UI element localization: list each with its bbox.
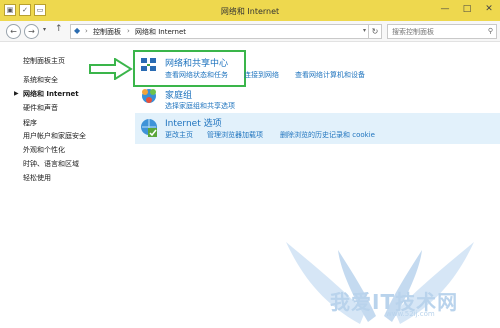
refresh-button[interactable]: ↻ [368, 24, 382, 39]
back-button[interactable]: ← [6, 24, 21, 39]
annotation-arrow-icon [89, 58, 133, 80]
recent-locations-icon[interactable]: ▾ [43, 26, 46, 33]
network-center-icon[interactable] [140, 56, 158, 74]
internet-options-title[interactable]: Internet 选项 [165, 116, 222, 129]
breadcrumb-current[interactable]: 网络和 Internet [135, 27, 186, 37]
breadcrumb-separator-icon: › [127, 27, 130, 35]
network-center-title[interactable]: 网络和共享中心 [165, 56, 228, 69]
sidebar-item-system-security[interactable]: 系统和安全 [23, 75, 58, 85]
watermark-wings-icon [286, 242, 474, 324]
homegroup-icon[interactable] [140, 87, 158, 105]
sidebar-item-user-accounts[interactable]: 用户帐户和家庭安全 [23, 131, 86, 141]
sidebar-item-hardware-sound[interactable]: 硬件和声音 [23, 103, 58, 113]
change-homepage-link[interactable]: 更改主页 [165, 130, 193, 140]
view-network-computers-link[interactable]: 查看网络计算机和设备 [295, 70, 365, 80]
internet-options-icon[interactable] [140, 118, 158, 138]
view-network-status-link[interactable]: 查看网络状态和任务 [165, 70, 228, 80]
delete-history-link[interactable]: 删除浏览的历史记录和 cookie [280, 130, 375, 140]
forward-button[interactable]: → [24, 24, 39, 39]
up-arrow-icon[interactable]: ↑ [55, 24, 63, 34]
breadcrumb-separator-icon: › [85, 27, 88, 35]
window-controls: — □ ✕ [438, 4, 496, 15]
title-bar: ▣ ✓ ▭ 网络和 Internet — □ ✕ [0, 0, 500, 22]
control-panel-icon: ◆ [74, 26, 81, 35]
homegroup-sharing-options-link[interactable]: 选择家庭组和共享选项 [165, 101, 235, 111]
watermark-text: 我爱IT技术网 [330, 290, 459, 314]
minimize-button[interactable]: — [438, 4, 452, 15]
sidebar-item-clock-language[interactable]: 时钟、语言和区域 [23, 159, 79, 169]
maximize-button[interactable]: □ [460, 4, 474, 15]
sidebar-item-appearance[interactable]: 外观和个性化 [23, 145, 65, 155]
address-dropdown-icon[interactable]: ▾ [363, 27, 366, 34]
sidebar-item-programs[interactable]: 程序 [23, 118, 37, 128]
search-box: ⚲ [387, 24, 497, 39]
watermark-url: www.52ij.com [386, 310, 435, 318]
search-input[interactable] [388, 25, 482, 38]
connect-to-network-link[interactable]: 连接到网络 [244, 70, 279, 80]
breadcrumb-root[interactable]: 控制面板 [93, 27, 121, 37]
sidebar-item-network-internet[interactable]: 网络和 Internet [23, 89, 79, 99]
close-button[interactable]: ✕ [482, 4, 496, 15]
homegroup-title[interactable]: 家庭组 [165, 88, 192, 101]
sidebar-item-home[interactable]: 控制面板主页 [23, 56, 65, 66]
search-icon[interactable]: ⚲ [488, 27, 493, 35]
address-bar[interactable]: ◆ › 控制面板 › 网络和 Internet ▾ [70, 24, 370, 39]
window-title: 网络和 Internet [220, 7, 280, 16]
sidebar-item-ease-of-access[interactable]: 轻松使用 [23, 173, 51, 183]
current-item-bullet-icon: ▶ [14, 90, 19, 97]
manage-addons-link[interactable]: 管理浏览器加载项 [207, 130, 263, 140]
navigation-bar: ← → ▾ ↑ ◆ › 控制面板 › 网络和 Internet ▾ ↻ ⚲ [0, 21, 500, 42]
